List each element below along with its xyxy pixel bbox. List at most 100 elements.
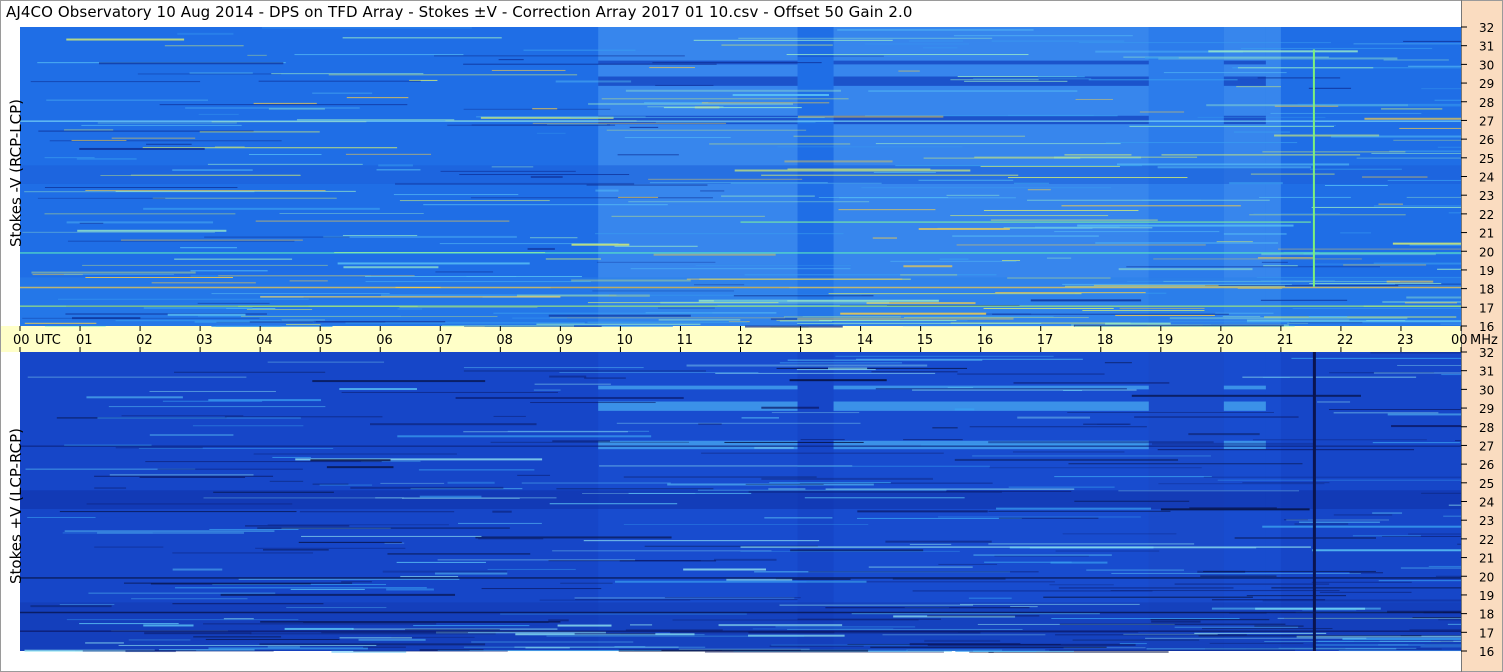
rfi-streak bbox=[203, 497, 404, 499]
time-tick-label: 06 bbox=[376, 333, 393, 348]
rfi-streak bbox=[24, 191, 255, 193]
rfi-streak bbox=[1262, 599, 1461, 602]
rfi-streak bbox=[559, 372, 759, 374]
rfi-streak bbox=[1111, 572, 1361, 574]
rfi-streak bbox=[257, 527, 510, 529]
rfi-streak bbox=[1308, 316, 1348, 318]
rfi-streak bbox=[529, 237, 578, 239]
rfi-streak bbox=[115, 447, 203, 449]
rfi-streak bbox=[286, 324, 321, 326]
rfi-streak bbox=[532, 122, 727, 124]
freq-tick-label: 18 bbox=[1479, 283, 1494, 297]
rfi-streak bbox=[840, 312, 987, 315]
rfi-streak bbox=[1119, 643, 1147, 645]
rfi-streak bbox=[927, 643, 1136, 646]
time-tick-label: 22 bbox=[1337, 333, 1354, 348]
rfi-streak bbox=[1118, 490, 1300, 492]
rfi-streak bbox=[44, 157, 95, 159]
rfi-streak bbox=[1257, 257, 1315, 259]
rfi-streak bbox=[59, 511, 297, 513]
rfi-streak bbox=[1010, 606, 1038, 608]
rfi-streak bbox=[1291, 357, 1461, 359]
rfi-streak bbox=[793, 135, 1026, 137]
rfi-streak bbox=[491, 166, 534, 168]
rfi-streak bbox=[85, 277, 234, 279]
rfi-streak bbox=[1331, 135, 1461, 138]
rfi-streak bbox=[851, 613, 1100, 615]
rfi-streak bbox=[828, 293, 1082, 295]
rfi-streak bbox=[328, 74, 578, 76]
rfi-streak bbox=[286, 607, 387, 609]
rfi-streak bbox=[548, 619, 569, 622]
rfi-streak bbox=[1095, 242, 1279, 244]
rfi-streak bbox=[1105, 322, 1171, 325]
freq-tick-label: 16 bbox=[1479, 645, 1494, 659]
rfi-streak bbox=[255, 547, 406, 549]
rfi-streak bbox=[1257, 77, 1341, 79]
rfi-streak bbox=[652, 62, 822, 64]
rfi-streak bbox=[686, 278, 903, 280]
rfi-streak bbox=[947, 387, 974, 389]
rfi-streak bbox=[974, 156, 1198, 158]
rfi-streak bbox=[1151, 620, 1201, 623]
rfi-streak bbox=[523, 49, 636, 51]
rfi-streak bbox=[279, 212, 424, 214]
rfi-streak bbox=[1406, 196, 1461, 198]
rfi-streak bbox=[776, 367, 968, 369]
rfi-streak bbox=[363, 646, 406, 648]
freq-tick-label: 22 bbox=[1479, 533, 1494, 547]
rfi-streak bbox=[798, 115, 944, 118]
rfi-streak bbox=[752, 628, 894, 630]
rfi-streak bbox=[1229, 182, 1283, 185]
rfi-streak bbox=[247, 54, 267, 56]
rfi-streak bbox=[1074, 325, 1295, 327]
rfi-streak bbox=[1308, 87, 1352, 89]
rfi-streak bbox=[1012, 451, 1125, 453]
rfi-streak bbox=[1270, 112, 1422, 114]
rfi-streak bbox=[734, 169, 971, 172]
rfi-streak bbox=[701, 452, 944, 454]
rfi-streak bbox=[552, 550, 772, 552]
rfi-streak bbox=[1008, 486, 1115, 488]
rfi-streak bbox=[365, 281, 591, 283]
rfi-streak bbox=[312, 92, 373, 94]
rfi-streak bbox=[339, 388, 417, 391]
rfi-streak bbox=[660, 301, 890, 304]
rfi-streak bbox=[1319, 591, 1412, 593]
rfi-streak bbox=[1027, 199, 1270, 201]
rfi-streak bbox=[271, 73, 424, 75]
rfi-streak bbox=[197, 302, 270, 304]
rfi-streak bbox=[387, 553, 531, 555]
rfi-streak bbox=[628, 492, 752, 494]
rfi-streak bbox=[787, 168, 931, 170]
rfi-streak bbox=[938, 516, 1141, 518]
rfi-streak bbox=[988, 441, 1214, 444]
rfi-streak bbox=[570, 117, 825, 119]
rfi-streak bbox=[172, 603, 324, 605]
rfi-streak bbox=[1387, 179, 1461, 181]
rfi-line bbox=[260, 296, 561, 298]
rfi-streak bbox=[1242, 482, 1330, 484]
rfi-streak bbox=[185, 107, 360, 109]
rfi-streak bbox=[617, 154, 679, 156]
rfi-streak bbox=[864, 43, 970, 45]
rfi-streak bbox=[1027, 189, 1051, 191]
rfi-streak bbox=[1437, 268, 1461, 270]
rfi-streak bbox=[1150, 619, 1270, 621]
rfi-streak bbox=[1054, 476, 1212, 478]
rfi-streak bbox=[1062, 533, 1177, 535]
rfi-streak bbox=[1097, 423, 1129, 425]
rfi-streak bbox=[350, 486, 504, 489]
time-tick-label: 05 bbox=[316, 333, 333, 348]
rfi-streak bbox=[741, 417, 779, 419]
rfi-streak bbox=[797, 322, 1042, 324]
rfi-streak bbox=[111, 137, 196, 139]
rfi-streak bbox=[775, 626, 916, 628]
rfi-streak bbox=[1050, 561, 1108, 564]
rfi-streak bbox=[835, 355, 1054, 357]
rfi-streak bbox=[1055, 634, 1247, 636]
rfi-streak bbox=[44, 187, 238, 189]
rfi-streak bbox=[1174, 583, 1330, 585]
rfi-streak bbox=[172, 552, 314, 554]
freq-tick-label: 23 bbox=[1479, 189, 1494, 203]
